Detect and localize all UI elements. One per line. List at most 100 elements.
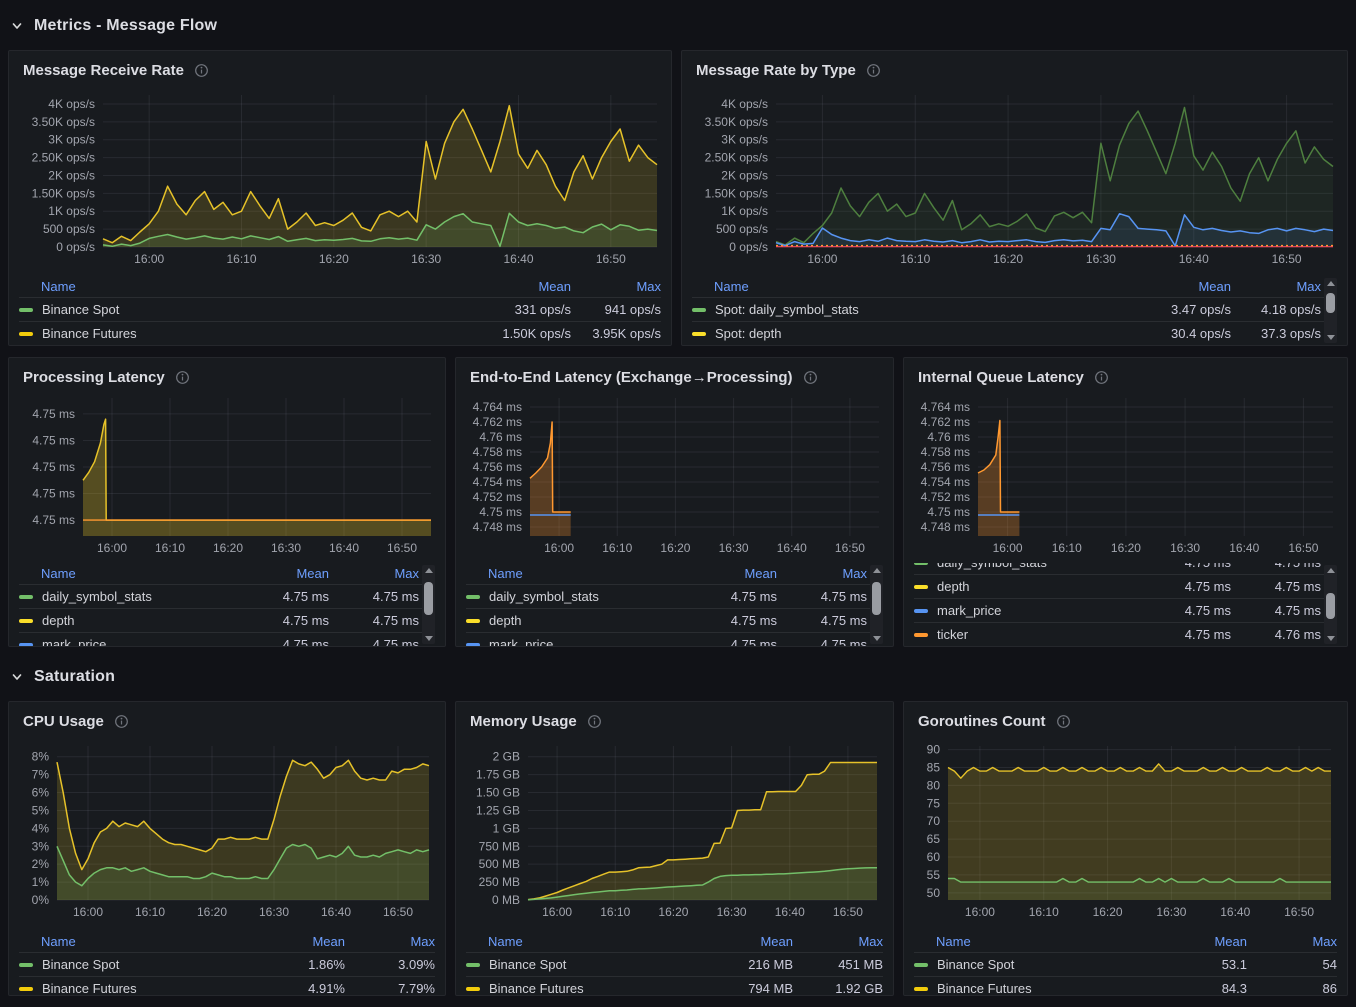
legend-sort-mean[interactable]: Mean — [538, 279, 571, 294]
series-label[interactable]: Binance Spot — [42, 957, 119, 972]
series-label[interactable]: Spot: daily_symbol_stats — [715, 302, 859, 317]
legend-sort-name[interactable]: Name — [41, 934, 76, 949]
series-label[interactable]: Binance Futures — [42, 326, 137, 341]
scrollbar-down-arrow-icon[interactable] — [1327, 335, 1335, 340]
time-series-chart[interactable]: 16:0016:1016:2016:3016:4016:504.764 ms4.… — [466, 390, 883, 563]
scrollbar-down-arrow-icon[interactable] — [873, 636, 881, 641]
series-label[interactable]: Spot: depth — [715, 326, 782, 341]
series-label[interactable]: Binance Futures — [42, 981, 137, 995]
info-icon[interactable] — [175, 370, 190, 385]
scrollbar-thumb[interactable] — [1326, 593, 1335, 620]
legend-sort-mean[interactable]: Mean — [312, 934, 345, 949]
legend-scrollbar[interactable] — [1324, 278, 1337, 343]
panel-title[interactable]: Message Rate by Type — [696, 62, 856, 79]
legend-sort-mean[interactable]: Mean — [744, 566, 777, 581]
section-header-metrics-message-flow[interactable]: Metrics - Message Flow — [10, 10, 1348, 42]
series-color-swatch-icon — [19, 308, 33, 312]
svg-text:5%: 5% — [32, 803, 50, 817]
legend-sort-max[interactable]: Max — [1312, 934, 1337, 949]
panel-title[interactable]: Internal Queue Latency — [918, 369, 1084, 386]
series-label[interactable]: daily_symbol_stats — [489, 589, 599, 604]
time-series-chart[interactable]: 16:0016:1016:2016:3016:4016:502 GB1.75 G… — [466, 734, 883, 931]
scrollbar-track[interactable] — [872, 575, 881, 634]
series-label[interactable]: Binance Spot — [937, 957, 1014, 972]
scrollbar-up-arrow-icon[interactable] — [425, 568, 433, 573]
scrollbar-down-arrow-icon[interactable] — [1327, 636, 1335, 641]
series-label[interactable]: daily_symbol_stats — [42, 589, 152, 604]
scrollbar-thumb[interactable] — [1326, 293, 1335, 314]
svg-text:50: 50 — [927, 886, 941, 900]
info-icon[interactable] — [194, 63, 209, 78]
info-icon[interactable] — [1056, 714, 1071, 729]
series-label[interactable]: depth — [42, 613, 75, 628]
scrollbar-up-arrow-icon[interactable] — [873, 568, 881, 573]
scrollbar-thumb[interactable] — [424, 582, 433, 614]
time-series-chart[interactable]: 16:0016:1016:2016:3016:4016:504.75 ms4.7… — [19, 390, 435, 563]
panel-title[interactable]: Processing Latency — [23, 369, 165, 386]
series-mean-value: 4.75 ms — [669, 637, 777, 646]
time-series-chart[interactable]: 16:0016:1016:2016:3016:4016:508%7%6%5%4%… — [19, 734, 435, 931]
series-label[interactable]: daily_symbol_stats — [937, 563, 1047, 570]
info-icon[interactable] — [587, 714, 602, 729]
legend-sort-max[interactable]: Max — [410, 934, 435, 949]
legend-sort-name[interactable]: Name — [936, 934, 971, 949]
time-series-chart[interactable]: 16:0016:1016:2016:3016:4016:504K ops/s3.… — [19, 83, 661, 276]
legend-sort-name[interactable]: Name — [488, 566, 523, 581]
scrollbar-track[interactable] — [1326, 288, 1335, 333]
legend-sort-mean[interactable]: Mean — [760, 934, 793, 949]
time-series-chart[interactable]: 16:0016:1016:2016:3016:4016:504K ops/s3.… — [692, 83, 1337, 276]
legend-sort-max[interactable]: Max — [394, 566, 419, 581]
legend: NameMeanMaxdaily_symbol_stats4.75 ms4.75… — [466, 563, 883, 646]
legend-rows: NameMeanMaxdaily_symbol_stats4.75 ms4.75… — [19, 563, 435, 646]
legend-sort-mean[interactable]: Mean — [1198, 279, 1231, 294]
legend-sort-mean[interactable]: Mean — [1214, 934, 1247, 949]
panel-title[interactable]: End-to-End Latency (Exchange→Processing) — [470, 369, 793, 386]
legend-sort-max[interactable]: Max — [636, 279, 661, 294]
scrollbar-track[interactable] — [1326, 575, 1335, 634]
panel-title[interactable]: Memory Usage — [470, 713, 577, 730]
legend-sort-name[interactable]: Name — [488, 934, 523, 949]
legend-scrollbar[interactable] — [870, 565, 883, 644]
series-max-value: 4.75 ms — [329, 637, 419, 646]
legend-sort-name[interactable]: Name — [714, 279, 749, 294]
panel-title[interactable]: Message Receive Rate — [23, 62, 184, 79]
scrollbar-down-arrow-icon[interactable] — [425, 636, 433, 641]
legend-sort-name[interactable]: Name — [41, 279, 76, 294]
svg-text:16:40: 16:40 — [777, 541, 807, 555]
panel-title[interactable]: Goroutines Count — [918, 713, 1046, 730]
legend-sort-max[interactable]: Max — [1296, 279, 1321, 294]
svg-text:4K ops/s: 4K ops/s — [48, 97, 95, 111]
scrollbar-thumb[interactable] — [872, 582, 881, 614]
scrollbar-up-arrow-icon[interactable] — [1327, 281, 1335, 286]
series-label[interactable]: Binance Spot — [489, 957, 566, 972]
series-label[interactable]: Binance Futures — [937, 981, 1032, 995]
legend-sort-name[interactable]: Name — [41, 566, 76, 581]
legend-sort-max[interactable]: Max — [842, 566, 867, 581]
legend-sort-mean[interactable]: Mean — [296, 566, 329, 581]
scrollbar-up-arrow-icon[interactable] — [1327, 568, 1335, 573]
svg-text:4.756 ms: 4.756 ms — [473, 460, 522, 474]
scrollbar-track[interactable] — [424, 575, 433, 634]
series-label[interactable]: Binance Spot — [42, 302, 119, 317]
time-series-chart[interactable]: 16:0016:1016:2016:3016:4016:509085807570… — [914, 734, 1337, 931]
series-mean-value: 794 MB — [685, 981, 793, 995]
info-icon[interactable] — [803, 370, 818, 385]
series-label[interactable]: mark_price — [937, 603, 1001, 618]
svg-text:4.75 ms: 4.75 ms — [927, 505, 970, 519]
series-label[interactable]: mark_price — [42, 637, 106, 646]
info-icon[interactable] — [1094, 370, 1109, 385]
legend-scrollbar[interactable] — [1324, 565, 1337, 644]
panel-title[interactable]: CPU Usage — [23, 713, 104, 730]
series-label[interactable]: Binance Futures — [489, 981, 584, 995]
series-label[interactable]: ticker — [937, 627, 968, 642]
info-icon[interactable] — [866, 63, 881, 78]
time-series-chart[interactable]: 16:0016:1016:2016:3016:4016:504.764 ms4.… — [914, 390, 1337, 563]
panel-row-1: Message Receive Rate 16:0016:1016:2016:3… — [8, 50, 1348, 346]
legend-sort-max[interactable]: Max — [858, 934, 883, 949]
series-label[interactable]: depth — [937, 579, 970, 594]
series-label[interactable]: mark_price — [489, 637, 553, 646]
section-header-saturation[interactable]: Saturation — [10, 661, 1348, 693]
legend-scrollbar[interactable] — [422, 565, 435, 644]
info-icon[interactable] — [114, 714, 129, 729]
series-label[interactable]: depth — [489, 613, 522, 628]
